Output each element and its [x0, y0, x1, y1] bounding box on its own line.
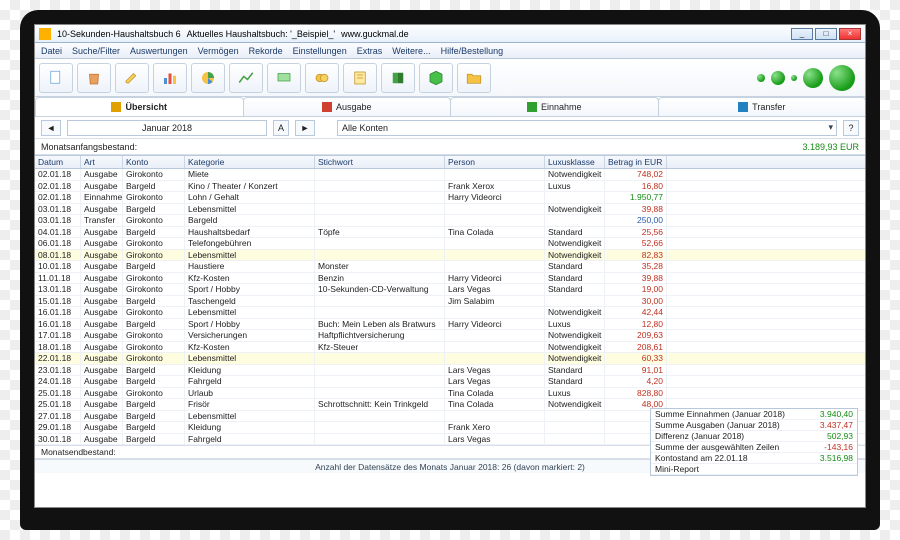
- table-row[interactable]: 02.01.18AusgabeGirokontoMieteNotwendigke…: [35, 169, 865, 181]
- menu-rekorde[interactable]: Rekorde: [249, 46, 283, 56]
- tab-icon: [738, 102, 748, 112]
- line-chart-button[interactable]: [229, 63, 263, 93]
- table-row[interactable]: 08.01.18AusgabeGirokontoLebensmittelNotw…: [35, 250, 865, 262]
- month-end-label: Monatsendbestand:: [41, 447, 116, 457]
- menu-extras[interactable]: Extras: [357, 46, 383, 56]
- title-bar: 10-Sekunden-Haushaltsbuch 6 Aktuelles Ha…: [35, 25, 865, 43]
- table-row[interactable]: 25.01.18AusgabeGirokontoUrlaubTina Colad…: [35, 388, 865, 400]
- title-2: Aktuelles Haushaltsbuch: '_Beispiel_': [187, 29, 336, 39]
- cube-button[interactable]: [419, 63, 453, 93]
- help-button[interactable]: ?: [843, 120, 859, 136]
- table-body[interactable]: 02.01.18AusgabeGirokontoMieteNotwendigke…: [35, 169, 865, 445]
- table-row[interactable]: 11.01.18AusgabeGirokontoKfz-KostenBenzin…: [35, 273, 865, 285]
- tab-übersicht[interactable]: Übersicht: [35, 97, 244, 116]
- app-window: 10-Sekunden-Haushaltsbuch 6 Aktuelles Ha…: [34, 24, 866, 508]
- summary-row: Mini-Report: [651, 464, 857, 475]
- table-row[interactable]: 06.01.18AusgabeGirokontoTelefongebührenN…: [35, 238, 865, 250]
- summary-row: Differenz (Januar 2018)502,93: [651, 431, 857, 442]
- table-row[interactable]: 03.01.18TransferGirokontoBargeld250,00: [35, 215, 865, 227]
- summary-panel: Summe Einnahmen (Januar 2018)3.940,40Sum…: [650, 408, 858, 476]
- book-button[interactable]: [381, 63, 415, 93]
- filter-bar: ◄ Januar 2018 A ► Alle Konten ?: [35, 117, 865, 139]
- col-person[interactable]: Person: [445, 156, 545, 168]
- month-start-balance-row: Monatsanfangsbestand: 3.189,93 EUR: [35, 139, 865, 155]
- menu-auswertungen[interactable]: Auswertungen: [130, 46, 188, 56]
- maximize-button[interactable]: □: [815, 28, 837, 40]
- summary-row: Kontostand am 22.01.183.516,98: [651, 453, 857, 464]
- delete-button[interactable]: [77, 63, 111, 93]
- table-row[interactable]: 13.01.18AusgabeGirokontoSport / Hobby10-…: [35, 284, 865, 296]
- menu-hilfebestellung[interactable]: Hilfe/Bestellung: [441, 46, 504, 56]
- table-row[interactable]: 16.01.18AusgabeGirokontoLebensmittelNotw…: [35, 307, 865, 319]
- menu-vermgen[interactable]: Vermögen: [198, 46, 239, 56]
- summary-row: Summe Einnahmen (Januar 2018)3.940,40: [651, 409, 857, 420]
- title-3: www.guckmal.de: [341, 29, 409, 39]
- table-row[interactable]: 02.01.18EinnahmeGirokontoLohn / GehaltHa…: [35, 192, 865, 204]
- tab-label: Einnahme: [541, 102, 582, 112]
- col-kategorie[interactable]: Kategorie: [185, 156, 315, 168]
- tab-label: Ausgabe: [336, 102, 372, 112]
- prev-month-button[interactable]: ◄: [41, 120, 61, 136]
- account-combo-value: Alle Konten: [342, 123, 388, 133]
- table-row[interactable]: 17.01.18AusgabeGirokontoVersicherungenHa…: [35, 330, 865, 342]
- tab-icon: [322, 102, 332, 112]
- menu-suchefilter[interactable]: Suche/Filter: [72, 46, 120, 56]
- col-stichwort[interactable]: Stichwort: [315, 156, 445, 168]
- col-luxusklasse[interactable]: Luxusklasse: [545, 156, 605, 168]
- decoration-spheres: [757, 65, 861, 91]
- table-row[interactable]: 22.01.18AusgabeGirokontoLebensmittelNotw…: [35, 353, 865, 365]
- table-row[interactable]: 10.01.18AusgabeBargeldHaustiereMonsterSt…: [35, 261, 865, 273]
- tab-einnahme[interactable]: Einnahme: [450, 97, 659, 116]
- tab-icon: [527, 102, 537, 112]
- list-button[interactable]: [343, 63, 377, 93]
- month-start-label: Monatsanfangsbestand:: [41, 142, 137, 152]
- tab-transfer[interactable]: Transfer: [658, 97, 867, 116]
- tab-ausgabe[interactable]: Ausgabe: [243, 97, 452, 116]
- tab-icon: [111, 102, 121, 112]
- coins-button[interactable]: [305, 63, 339, 93]
- col-betragineur[interactable]: Betrag in EUR: [605, 156, 667, 168]
- menu-weitere[interactable]: Weitere...: [392, 46, 430, 56]
- folder-button[interactable]: [457, 63, 491, 93]
- menu-bar: Datei Suche/Filter Auswertungen Vermögen Rek…: [35, 43, 865, 59]
- next-month-button[interactable]: ►: [295, 120, 315, 136]
- month-a-button[interactable]: A: [273, 120, 289, 136]
- table-row[interactable]: 02.01.18AusgabeBargeldKino / Theater / K…: [35, 181, 865, 193]
- col-konto[interactable]: Konto: [123, 156, 185, 168]
- app-icon: [39, 28, 51, 40]
- month-start-value: 3.189,93 EUR: [802, 142, 859, 152]
- month-display[interactable]: Januar 2018: [67, 120, 267, 136]
- table-row[interactable]: 23.01.18AusgabeBargeldKleidungLars Vegas…: [35, 365, 865, 377]
- close-button[interactable]: ×: [839, 28, 861, 40]
- edit-button[interactable]: [115, 63, 149, 93]
- toolbar: [35, 59, 865, 97]
- tab-label: Übersicht: [125, 102, 167, 112]
- table-row[interactable]: 04.01.18AusgabeBargeldHaushaltsbedarfTöp…: [35, 227, 865, 239]
- table-row[interactable]: 15.01.18AusgabeBargeldTaschengeldJim Sal…: [35, 296, 865, 308]
- tab-label: Transfer: [752, 102, 785, 112]
- status-text: Anzahl der Datensätze des Monats Januar …: [315, 462, 585, 472]
- title-1: 10-Sekunden-Haushaltsbuch 6: [57, 29, 181, 39]
- col-datum[interactable]: Datum: [35, 156, 81, 168]
- col-art[interactable]: Art: [81, 156, 123, 168]
- summary-row: Summe der ausgewählten Zeilen-143,16: [651, 442, 857, 453]
- table-row[interactable]: 16.01.18AusgabeBargeldSport / HobbyBuch:…: [35, 319, 865, 331]
- table-header: DatumArtKontoKategorieStichwortPersonLux…: [35, 155, 865, 169]
- summary-row: Summe Ausgaben (Januar 2018)3.437,47: [651, 420, 857, 431]
- bar-chart-button[interactable]: [153, 63, 187, 93]
- pie-chart-button[interactable]: [191, 63, 225, 93]
- menu-datei[interactable]: Datei: [41, 46, 62, 56]
- menu-einstellungen[interactable]: Einstellungen: [293, 46, 347, 56]
- view-tabs: Übersicht Ausgabe Einnahme Transfer: [35, 97, 865, 117]
- table-row[interactable]: 03.01.18AusgabeBargeldLebensmittelNotwen…: [35, 204, 865, 216]
- table-row[interactable]: 18.01.18AusgabeGirokontoKfz-KostenKfz-St…: [35, 342, 865, 354]
- account-combo[interactable]: Alle Konten: [337, 120, 837, 136]
- note-button[interactable]: [267, 63, 301, 93]
- table-row[interactable]: 24.01.18AusgabeBargeldFahrgeldLars Vegas…: [35, 376, 865, 388]
- new-doc-button[interactable]: [39, 63, 73, 93]
- minimize-button[interactable]: _: [791, 28, 813, 40]
